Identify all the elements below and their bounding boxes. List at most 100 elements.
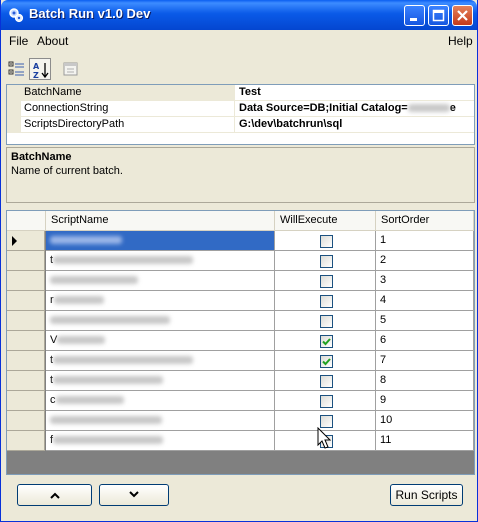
title-bar[interactable]: Batch Run v1.0 Dev (1, 0, 477, 30)
will-execute-cell[interactable] (275, 351, 376, 371)
property-pages-button[interactable] (60, 58, 82, 80)
maximize-button[interactable] (428, 5, 449, 26)
property-value[interactable]: Data Source=DB;Initial Catalog= e (236, 101, 474, 117)
menu-file[interactable]: File (9, 34, 28, 48)
row-header[interactable] (7, 371, 45, 391)
unchecked-checkbox[interactable] (320, 295, 333, 308)
sort-order-cell[interactable]: 7 (376, 351, 474, 371)
run-scripts-button[interactable]: Run Scripts (390, 484, 463, 506)
unchecked-checkbox[interactable] (320, 315, 333, 328)
unchecked-checkbox[interactable] (320, 255, 333, 268)
script-name-prefix: V (50, 334, 58, 346)
sort-order-cell[interactable]: 6 (376, 331, 474, 351)
will-execute-cell[interactable] (275, 251, 376, 271)
table-row[interactable]: 1 (7, 231, 474, 251)
checked-checkbox[interactable] (320, 355, 333, 368)
column-header-scriptname[interactable]: ScriptName (46, 211, 275, 231)
alphabetical-sort-icon: A Z (33, 62, 49, 79)
script-name-cell[interactable]: c (46, 391, 275, 411)
move-up-button[interactable] (17, 484, 92, 506)
menu-bar: File About Help (1, 30, 477, 52)
row-header[interactable] (7, 271, 45, 291)
redacted-text (53, 256, 194, 265)
table-row[interactable]: c9 (7, 391, 474, 411)
property-value[interactable]: Test (236, 85, 474, 101)
property-row-connectionstring[interactable]: ConnectionString Data Source=DB;Initial … (7, 101, 474, 117)
table-row[interactable]: 3 (7, 271, 474, 291)
unchecked-checkbox[interactable] (320, 375, 333, 388)
check-icon (322, 358, 331, 366)
script-name-cell[interactable]: t (46, 351, 275, 371)
redacted-text (55, 396, 124, 405)
unchecked-checkbox[interactable] (320, 395, 333, 408)
table-row[interactable]: r4 (7, 291, 474, 311)
checked-checkbox[interactable] (320, 335, 333, 348)
grid-corner (7, 211, 46, 231)
sort-order-cell[interactable]: 1 (376, 231, 474, 251)
will-execute-cell[interactable] (275, 391, 376, 411)
script-name-cell[interactable]: f (46, 431, 275, 451)
will-execute-cell[interactable] (275, 231, 376, 251)
script-name-cell[interactable] (46, 411, 275, 431)
sort-order-cell[interactable]: 8 (376, 371, 474, 391)
check-icon (322, 338, 331, 346)
unchecked-checkbox[interactable] (320, 275, 333, 288)
will-execute-cell[interactable] (275, 331, 376, 351)
will-execute-cell[interactable] (275, 371, 376, 391)
table-row[interactable]: 5 (7, 311, 474, 331)
sort-order-cell[interactable]: 5 (376, 311, 474, 331)
sort-order-cell[interactable]: 11 (376, 431, 474, 451)
column-header-willexecute[interactable]: WillExecute (275, 211, 376, 231)
alpha-a-label: A (33, 62, 40, 71)
property-toolbar: A Z (4, 56, 474, 82)
row-header[interactable] (7, 331, 45, 351)
row-header[interactable] (7, 351, 45, 371)
script-name-cell[interactable]: t (46, 371, 275, 391)
property-value[interactable]: G:\dev\batchrun\sql (236, 117, 474, 133)
script-name-cell[interactable]: r (46, 291, 275, 311)
property-row-scriptsdirectorypath[interactable]: ScriptsDirectoryPath G:\dev\batchrun\sql (7, 117, 474, 133)
move-down-button[interactable] (99, 484, 169, 506)
menu-about[interactable]: About (37, 34, 68, 48)
menu-help[interactable]: Help (448, 34, 473, 48)
sort-order-cell[interactable]: 10 (376, 411, 474, 431)
sort-order-cell[interactable]: 2 (376, 251, 474, 271)
row-header[interactable] (7, 291, 45, 311)
property-name: ScriptsDirectoryPath (21, 117, 235, 133)
minimize-button[interactable] (404, 5, 425, 26)
will-execute-cell[interactable] (275, 291, 376, 311)
script-name-cell[interactable]: V (46, 331, 275, 351)
row-header[interactable] (7, 251, 45, 271)
sort-order-cell[interactable]: 3 (376, 271, 474, 291)
description-panel: BatchName Name of current batch. (6, 147, 475, 203)
table-row[interactable]: f 11 (7, 431, 474, 451)
chevron-up-icon (49, 492, 60, 499)
current-row-arrow-icon (12, 236, 17, 246)
maximize-icon (432, 9, 445, 22)
row-header[interactable] (7, 411, 45, 431)
table-row[interactable]: t8 (7, 371, 474, 391)
categorized-button[interactable] (6, 58, 28, 80)
table-row[interactable]: 10 (7, 411, 474, 431)
unchecked-checkbox[interactable] (320, 235, 333, 248)
table-row[interactable]: t2 (7, 251, 474, 271)
sort-order-cell[interactable]: 9 (376, 391, 474, 411)
script-name-cell[interactable] (46, 311, 275, 331)
property-row-batchname[interactable]: BatchName Test (7, 85, 474, 101)
alphabetical-button[interactable]: A Z (29, 58, 51, 80)
table-row[interactable]: V6 (7, 331, 474, 351)
table-row[interactable]: t7 (7, 351, 474, 371)
minimize-icon (410, 18, 417, 21)
script-name-cell[interactable] (46, 231, 275, 251)
column-header-sortorder[interactable]: SortOrder (376, 211, 474, 231)
close-button[interactable] (452, 5, 473, 26)
row-header[interactable] (7, 311, 45, 331)
row-header[interactable] (7, 431, 45, 451)
will-execute-cell[interactable] (275, 271, 376, 291)
script-name-cell[interactable]: t (46, 251, 275, 271)
sort-order-cell[interactable]: 4 (376, 291, 474, 311)
script-name-cell[interactable] (46, 271, 275, 291)
will-execute-cell[interactable] (275, 311, 376, 331)
row-header[interactable] (7, 231, 45, 251)
row-header[interactable] (7, 391, 45, 411)
